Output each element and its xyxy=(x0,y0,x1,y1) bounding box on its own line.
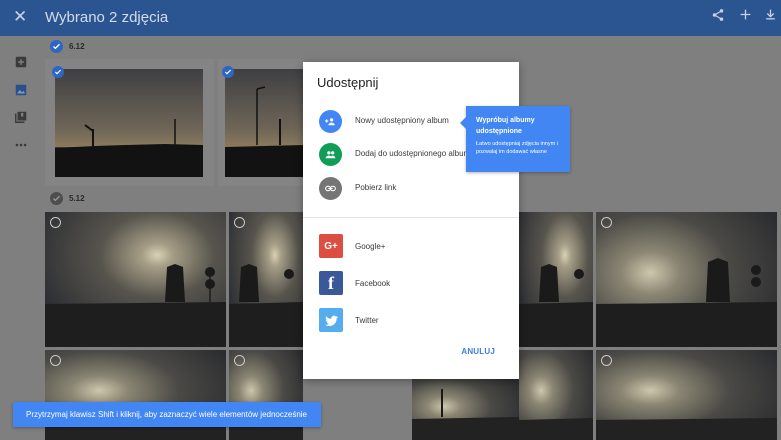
photo-thumbnail[interactable] xyxy=(596,212,777,347)
selection-title: Wybrano 2 zdjęcia xyxy=(45,9,169,26)
photo-thumbnail[interactable] xyxy=(596,350,777,440)
photo-thumbnail[interactable] xyxy=(55,69,203,177)
photo-thumbnail[interactable] xyxy=(519,212,593,347)
group-select-check-icon[interactable] xyxy=(50,191,63,205)
app-header: ✕ Wybrano 2 zdjęcia xyxy=(0,0,781,36)
share-option-label: Pobierz link xyxy=(355,183,397,192)
toast-text: Przytrzymaj klawisz Shift i kliknij, aby… xyxy=(26,410,307,419)
photo-thumbnail[interactable] xyxy=(225,69,304,177)
group-add-icon xyxy=(319,110,342,133)
more-icon[interactable] xyxy=(14,138,28,152)
photo-select-check-icon[interactable] xyxy=(219,63,235,79)
group-select-check-icon[interactable] xyxy=(50,39,63,53)
photo-thumbnail[interactable] xyxy=(412,379,519,440)
google-plus-icon: G+ xyxy=(319,234,343,258)
photo-thumbnail[interactable] xyxy=(229,212,303,347)
twitter-icon xyxy=(319,308,343,332)
shared-albums-tooltip: Wypróbuj albumy udostępnione Łatwo udost… xyxy=(460,106,570,172)
group-icon xyxy=(319,143,342,166)
group-date: 5.12 xyxy=(69,193,85,203)
share-option-twitter[interactable]: Twitter xyxy=(303,307,519,335)
albums-icon[interactable] xyxy=(14,110,28,124)
add-icon[interactable] xyxy=(739,8,752,26)
dialog-divider xyxy=(303,217,519,218)
download-icon[interactable] xyxy=(764,8,777,26)
group-date: 6.12 xyxy=(69,41,85,51)
share-option-get-link[interactable]: Pobierz link xyxy=(303,175,519,203)
tooltip-body: Łatwo udostępniaj zdjęcia innym i pozwal… xyxy=(476,141,558,155)
dialog-title: Udostępnij xyxy=(317,75,379,90)
photo-thumbnail[interactable] xyxy=(519,350,593,440)
hint-toast: Przytrzymaj klawisz Shift i kliknij, aby… xyxy=(13,402,321,427)
share-icon[interactable] xyxy=(711,8,725,27)
share-option-label: Google+ xyxy=(355,242,386,251)
assistant-icon[interactable] xyxy=(14,55,28,69)
share-option-label: Twitter xyxy=(355,316,379,325)
date-group-header: 5.12 xyxy=(50,191,85,205)
photo-thumbnail[interactable] xyxy=(45,212,226,347)
share-option-google-plus[interactable]: G+ Google+ xyxy=(303,233,519,261)
cancel-button[interactable]: ANULUJ xyxy=(461,347,495,356)
facebook-icon: f xyxy=(319,271,343,295)
share-option-label: Facebook xyxy=(355,279,391,288)
close-icon[interactable]: ✕ xyxy=(13,7,27,27)
photo-select-check-icon[interactable] xyxy=(49,63,65,79)
photos-icon[interactable] xyxy=(14,83,28,97)
link-icon xyxy=(319,177,342,200)
share-option-facebook[interactable]: f Facebook xyxy=(303,270,519,298)
date-group-header: 6.12 xyxy=(50,39,85,53)
tooltip-title: Wypróbuj albumy udostępnione xyxy=(476,117,535,135)
